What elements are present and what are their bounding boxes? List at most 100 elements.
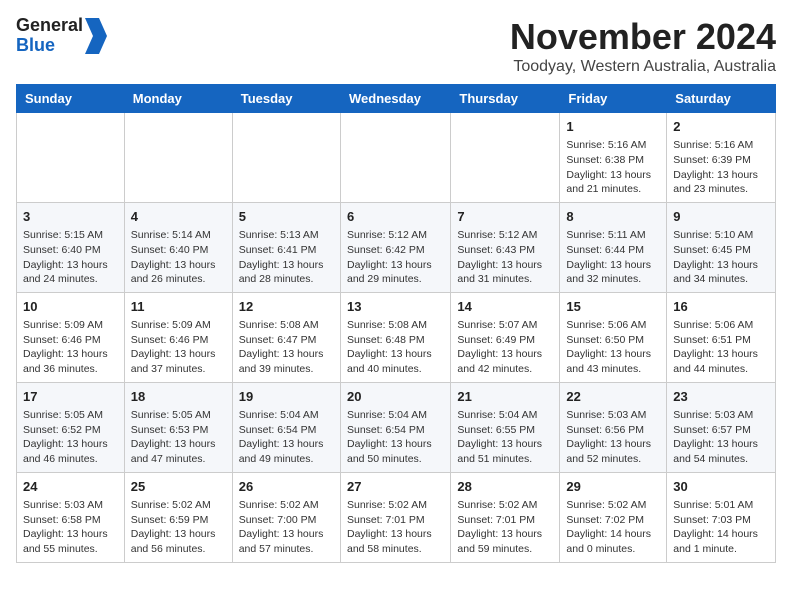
calendar-cell: 27 Sunrise: 5:02 AMSunset: 7:01 PMDayligh… — [340, 472, 450, 562]
calendar-cell: 18 Sunrise: 5:05 AMSunset: 6:53 PMDayligh… — [124, 382, 232, 472]
day-number: 16 — [673, 298, 769, 316]
calendar-cell: 29 Sunrise: 5:02 AMSunset: 7:02 PMDayligh… — [560, 472, 667, 562]
calendar-cell: 5 Sunrise: 5:13 AMSunset: 6:41 PMDaylight… — [232, 202, 340, 292]
calendar-cell: 1Sunrise: 5:16 AMSunset: 6:38 PMDaylight… — [560, 113, 667, 203]
calendar-cell: 23Sunrise: 5:03 AMSunset: 6:57 PMDayligh… — [667, 382, 776, 472]
calendar-cell: 30 Sunrise: 5:01 AMSunset: 7:03 PMDayligh… — [667, 472, 776, 562]
day-number: 20 — [347, 388, 444, 406]
calendar-table: SundayMondayTuesdayWednesdayThursdayFrid… — [16, 84, 776, 563]
calendar-cell — [451, 113, 560, 203]
weekday-header-wednesday: Wednesday — [340, 85, 450, 113]
day-number: 30 — [673, 478, 769, 496]
day-info: Sunrise: 5:04 AMSunset: 6:55 PMDaylight:… — [457, 408, 553, 467]
day-info: Sunrise: 5:05 AMSunset: 6:52 PMDaylight:… — [23, 408, 118, 467]
day-info: Sunrise: 5:06 AMSunset: 6:51 PMDaylight:… — [673, 318, 769, 377]
calendar-cell: 2Sunrise: 5:16 AMSunset: 6:39 PMDaylight… — [667, 113, 776, 203]
day-info: Sunrise: 5:09 AMSunset: 6:46 PMDaylight:… — [23, 318, 118, 377]
calendar-cell: 28 Sunrise: 5:02 AMSunset: 7:01 PMDayligh… — [451, 472, 560, 562]
day-number: 5 — [239, 208, 334, 226]
day-info: Sunrise: 5:14 AMSunset: 6:40 PMDaylight:… — [131, 228, 226, 287]
day-number: 29 — [566, 478, 660, 496]
day-number: 1 — [566, 118, 660, 136]
day-info: Sunrise: 5:12 AMSunset: 6:43 PMDaylight:… — [457, 228, 553, 287]
day-info: Sunrise: 5:08 AMSunset: 6:47 PMDaylight:… — [239, 318, 334, 377]
day-info: Sunrise: 5:06 AMSunset: 6:50 PMDaylight:… — [566, 318, 660, 377]
day-number: 13 — [347, 298, 444, 316]
logo: General Blue — [16, 16, 107, 56]
calendar-cell: 25 Sunrise: 5:02 AMSunset: 6:59 PMDayligh… — [124, 472, 232, 562]
calendar-cell: 8 Sunrise: 5:11 AMSunset: 6:44 PMDaylight… — [560, 202, 667, 292]
day-info: Sunrise: 5:02 AMSunset: 7:00 PMDaylight:… — [239, 498, 334, 557]
calendar-cell — [124, 113, 232, 203]
day-info: Sunrise: 5:15 AMSunset: 6:40 PMDaylight:… — [23, 228, 118, 287]
day-number: 21 — [457, 388, 553, 406]
calendar-cell: 4 Sunrise: 5:14 AMSunset: 6:40 PMDaylight… — [124, 202, 232, 292]
calendar-cell: 15 Sunrise: 5:06 AMSunset: 6:50 PMDayligh… — [560, 292, 667, 382]
day-number: 7 — [457, 208, 553, 226]
calendar-cell: 22 Sunrise: 5:03 AMSunset: 6:56 PMDayligh… — [560, 382, 667, 472]
day-info: Sunrise: 5:11 AMSunset: 6:44 PMDaylight:… — [566, 228, 660, 287]
calendar-cell — [232, 113, 340, 203]
weekday-header-tuesday: Tuesday — [232, 85, 340, 113]
day-number: 27 — [347, 478, 444, 496]
day-info: Sunrise: 5:02 AMSunset: 7:02 PMDaylight:… — [566, 498, 660, 557]
day-number: 8 — [566, 208, 660, 226]
calendar-cell: 3 Sunrise: 5:15 AMSunset: 6:40 PMDaylight… — [17, 202, 125, 292]
day-info: Sunrise: 5:02 AMSunset: 6:59 PMDaylight:… — [131, 498, 226, 557]
calendar-cell: 21 Sunrise: 5:04 AMSunset: 6:55 PMDayligh… — [451, 382, 560, 472]
calendar-cell: 24 Sunrise: 5:03 AMSunset: 6:58 PMDayligh… — [17, 472, 125, 562]
weekday-header-thursday: Thursday — [451, 85, 560, 113]
calendar-cell: 17Sunrise: 5:05 AMSunset: 6:52 PMDayligh… — [17, 382, 125, 472]
day-number: 28 — [457, 478, 553, 496]
day-number: 23 — [673, 388, 769, 406]
calendar-cell — [17, 113, 125, 203]
day-number: 15 — [566, 298, 660, 316]
day-info: Sunrise: 5:03 AMSunset: 6:58 PMDaylight:… — [23, 498, 118, 557]
day-number: 11 — [131, 298, 226, 316]
day-info: Sunrise: 5:12 AMSunset: 6:42 PMDaylight:… — [347, 228, 444, 287]
weekday-header-monday: Monday — [124, 85, 232, 113]
title-area: November 2024 Toodyay, Western Australia… — [510, 16, 776, 76]
day-number: 24 — [23, 478, 118, 496]
calendar-cell: 26 Sunrise: 5:02 AMSunset: 7:00 PMDayligh… — [232, 472, 340, 562]
day-info: Sunrise: 5:05 AMSunset: 6:53 PMDaylight:… — [131, 408, 226, 467]
page-header: General Blue November 2024 Toodyay, West… — [16, 16, 776, 76]
calendar-cell: 13 Sunrise: 5:08 AMSunset: 6:48 PMDayligh… — [340, 292, 450, 382]
day-info: Sunrise: 5:02 AMSunset: 7:01 PMDaylight:… — [347, 498, 444, 557]
calendar-cell: 14Sunrise: 5:07 AMSunset: 6:49 PMDayligh… — [451, 292, 560, 382]
day-number: 2 — [673, 118, 769, 136]
logo-arrow-icon — [85, 18, 107, 54]
logo-blue: Blue — [16, 36, 83, 56]
day-number: 26 — [239, 478, 334, 496]
day-number: 25 — [131, 478, 226, 496]
month-title: November 2024 — [510, 16, 776, 58]
day-info: Sunrise: 5:04 AMSunset: 6:54 PMDaylight:… — [239, 408, 334, 467]
day-number: 4 — [131, 208, 226, 226]
day-info: Sunrise: 5:01 AMSunset: 7:03 PMDaylight:… — [673, 498, 769, 557]
day-number: 12 — [239, 298, 334, 316]
day-number: 3 — [23, 208, 118, 226]
day-number: 18 — [131, 388, 226, 406]
day-number: 6 — [347, 208, 444, 226]
day-number: 9 — [673, 208, 769, 226]
day-info: Sunrise: 5:04 AMSunset: 6:54 PMDaylight:… — [347, 408, 444, 467]
day-number: 22 — [566, 388, 660, 406]
weekday-header-friday: Friday — [560, 85, 667, 113]
day-info: Sunrise: 5:02 AMSunset: 7:01 PMDaylight:… — [457, 498, 553, 557]
day-info: Sunrise: 5:13 AMSunset: 6:41 PMDaylight:… — [239, 228, 334, 287]
day-info: Sunrise: 5:07 AMSunset: 6:49 PMDaylight:… — [457, 318, 553, 377]
day-number: 10 — [23, 298, 118, 316]
calendar-cell: 12 Sunrise: 5:08 AMSunset: 6:47 PMDayligh… — [232, 292, 340, 382]
calendar-cell — [340, 113, 450, 203]
day-info: Sunrise: 5:03 AMSunset: 6:56 PMDaylight:… — [566, 408, 660, 467]
logo-container: General Blue — [16, 16, 107, 56]
day-number: 19 — [239, 388, 334, 406]
calendar-cell: 11Sunrise: 5:09 AMSunset: 6:46 PMDayligh… — [124, 292, 232, 382]
calendar-cell: 20 Sunrise: 5:04 AMSunset: 6:54 PMDayligh… — [340, 382, 450, 472]
logo-general: General — [16, 16, 83, 36]
calendar-cell: 10 Sunrise: 5:09 AMSunset: 6:46 PMDayligh… — [17, 292, 125, 382]
location: Toodyay, Western Australia, Australia — [510, 58, 776, 76]
day-info: Sunrise: 5:08 AMSunset: 6:48 PMDaylight:… — [347, 318, 444, 377]
calendar-cell: 6 Sunrise: 5:12 AMSunset: 6:42 PMDaylight… — [340, 202, 450, 292]
calendar-cell: 19 Sunrise: 5:04 AMSunset: 6:54 PMDayligh… — [232, 382, 340, 472]
